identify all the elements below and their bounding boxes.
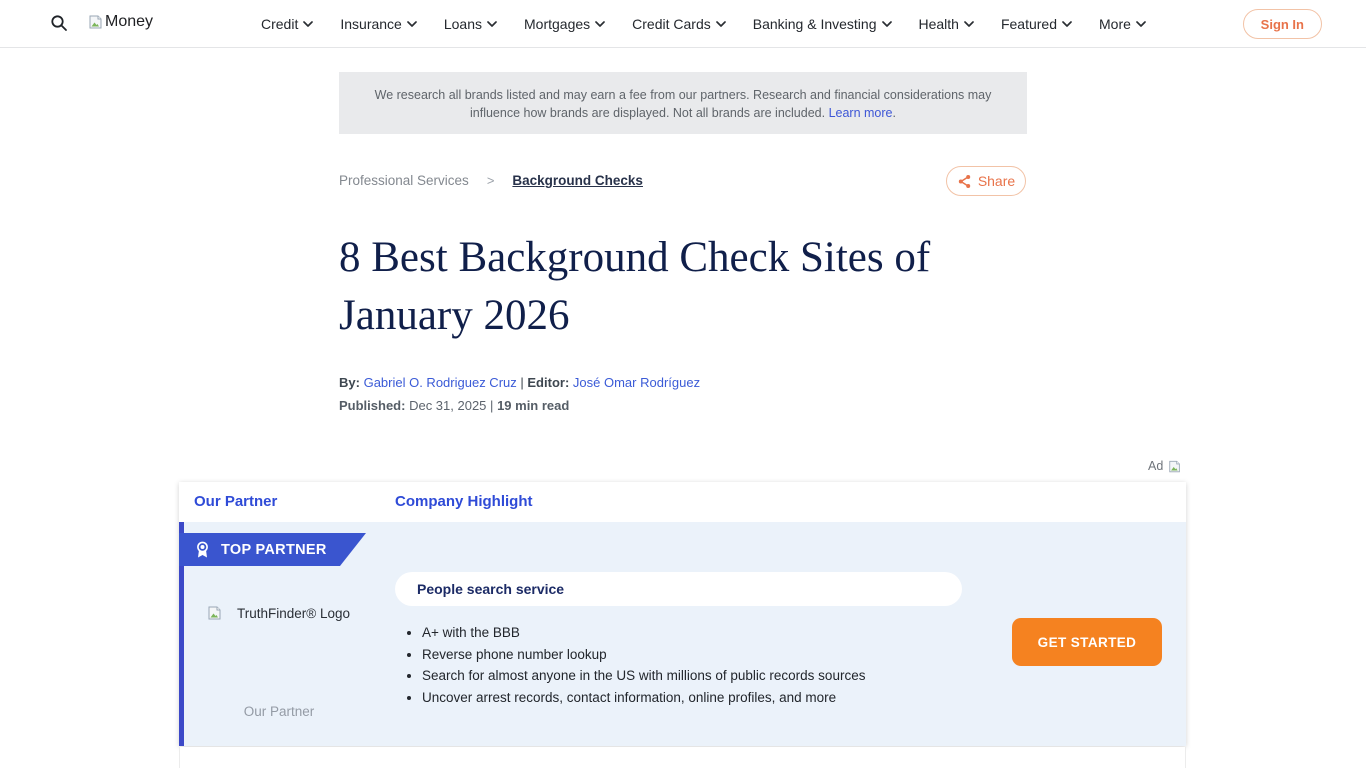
published-date: Dec 31, 2025 (409, 398, 486, 413)
publine-divider: | (490, 398, 493, 413)
money-logo[interactable]: Money (88, 13, 153, 31)
truthfinder-logo-alt-text: TruthFinder® Logo (237, 606, 350, 621)
page-title: 8 Best Background Check Sites of January… (339, 229, 1027, 345)
breadcrumb-professional-services[interactable]: Professional Services (339, 173, 469, 188)
nav-item-credit[interactable]: Credit (261, 16, 313, 32)
chevron-down-icon (1136, 21, 1146, 27)
nav-item-more[interactable]: More (1099, 16, 1146, 32)
highlight-item: Search for almost anyone in the US with … (405, 665, 865, 687)
disclosure-suffix: . (893, 106, 896, 120)
magnifier-glyph (50, 14, 68, 32)
nav-item-label: Loans (444, 16, 482, 32)
read-time: 19 min read (497, 398, 569, 413)
service-category-label: People search service (417, 581, 564, 597)
editor-link[interactable]: José Omar Rodríguez (573, 375, 700, 390)
chevron-down-icon (407, 21, 417, 27)
ad-label: Ad (1148, 459, 1163, 473)
next-table-row-partial (179, 747, 1186, 768)
nav-item-label: Credit (261, 16, 298, 32)
nav-item-label: More (1099, 16, 1131, 32)
get-started-button[interactable]: GET STARTED (1012, 618, 1162, 666)
our-partner-note: Our Partner (179, 704, 379, 719)
main-nav: Credit Insurance Loans Mortgages Credit … (261, 0, 1146, 48)
broken-image-icon (207, 605, 223, 621)
broken-image-icon (88, 14, 104, 30)
share-label: Share (978, 173, 1015, 189)
nav-item-label: Banking & Investing (753, 16, 877, 32)
learn-more-link[interactable]: Learn more (829, 106, 893, 120)
ad-tag: Ad (1148, 459, 1182, 474)
service-category-pill: People search service (395, 572, 962, 606)
partner-comparison-card: Our Partner Company Highlight TOP PARTNE… (179, 482, 1186, 746)
chevron-down-icon (882, 21, 892, 27)
highlight-item: Reverse phone number lookup (405, 644, 865, 666)
published-line: Published: Dec 31, 2025 | 19 min read (339, 395, 569, 417)
truthfinder-logo[interactable]: TruthFinder® Logo (207, 605, 350, 621)
author-link[interactable]: Gabriel O. Rodriguez Cruz (364, 375, 517, 390)
byline-divider: | (520, 375, 523, 390)
top-navigation-bar: Money Credit Insurance Loans Mortgages C… (0, 0, 1366, 48)
nav-item-label: Insurance (340, 16, 401, 32)
share-icon (957, 174, 972, 189)
money-logo-alt-text: Money (105, 13, 153, 31)
card-header-row: Our Partner Company Highlight (179, 482, 1186, 522)
chevron-down-icon (595, 21, 605, 27)
highlight-item: A+ with the BBB (405, 622, 865, 644)
search-icon[interactable] (50, 14, 68, 37)
advertiser-disclosure: We research all brands listed and may ea… (339, 72, 1027, 134)
nav-item-insurance[interactable]: Insurance (340, 16, 416, 32)
broken-image-icon[interactable] (1168, 459, 1182, 474)
top-partner-badge-label: TOP PARTNER (221, 542, 327, 558)
medal-icon (195, 541, 210, 559)
byline: By: Gabriel O. Rodriguez Cruz | Editor: … (339, 372, 700, 394)
nav-item-label: Health (919, 16, 959, 32)
share-button[interactable]: Share (946, 166, 1026, 196)
nav-item-label: Mortgages (524, 16, 590, 32)
nav-item-label: Featured (1001, 16, 1057, 32)
nav-item-health[interactable]: Health (919, 16, 974, 32)
nav-item-credit-cards[interactable]: Credit Cards (632, 16, 726, 32)
breadcrumb-separator: > (487, 173, 495, 188)
sign-in-button[interactable]: Sign In (1243, 9, 1322, 39)
nav-item-mortgages[interactable]: Mortgages (524, 16, 605, 32)
top-partner-row: TOP PARTNER People search service TruthF… (179, 522, 1186, 746)
nav-item-label: Credit Cards (632, 16, 711, 32)
nav-item-featured[interactable]: Featured (1001, 16, 1072, 32)
published-label: Published: (339, 398, 405, 413)
breadcrumb: Professional Services > Background Check… (339, 173, 643, 188)
chevron-down-icon (716, 21, 726, 27)
column-header-our-partner: Our Partner (194, 493, 277, 510)
highlight-item: Uncover arrest records, contact informat… (405, 687, 865, 709)
disclosure-text: We research all brands listed and may ea… (375, 88, 992, 120)
chevron-down-icon (303, 21, 313, 27)
page: Money Credit Insurance Loans Mortgages C… (0, 0, 1366, 768)
editor-label: Editor: (527, 375, 569, 390)
nav-item-banking-investing[interactable]: Banking & Investing (753, 16, 892, 32)
column-header-company-highlight: Company Highlight (395, 493, 533, 510)
by-label: By: (339, 375, 360, 390)
breadcrumb-background-checks[interactable]: Background Checks (512, 173, 643, 188)
top-partner-badge: TOP PARTNER (179, 533, 366, 566)
company-highlight-list: A+ with the BBB Reverse phone number loo… (405, 622, 865, 708)
nav-item-loans[interactable]: Loans (444, 16, 497, 32)
chevron-down-icon (964, 21, 974, 27)
chevron-down-icon (1062, 21, 1072, 27)
chevron-down-icon (487, 21, 497, 27)
